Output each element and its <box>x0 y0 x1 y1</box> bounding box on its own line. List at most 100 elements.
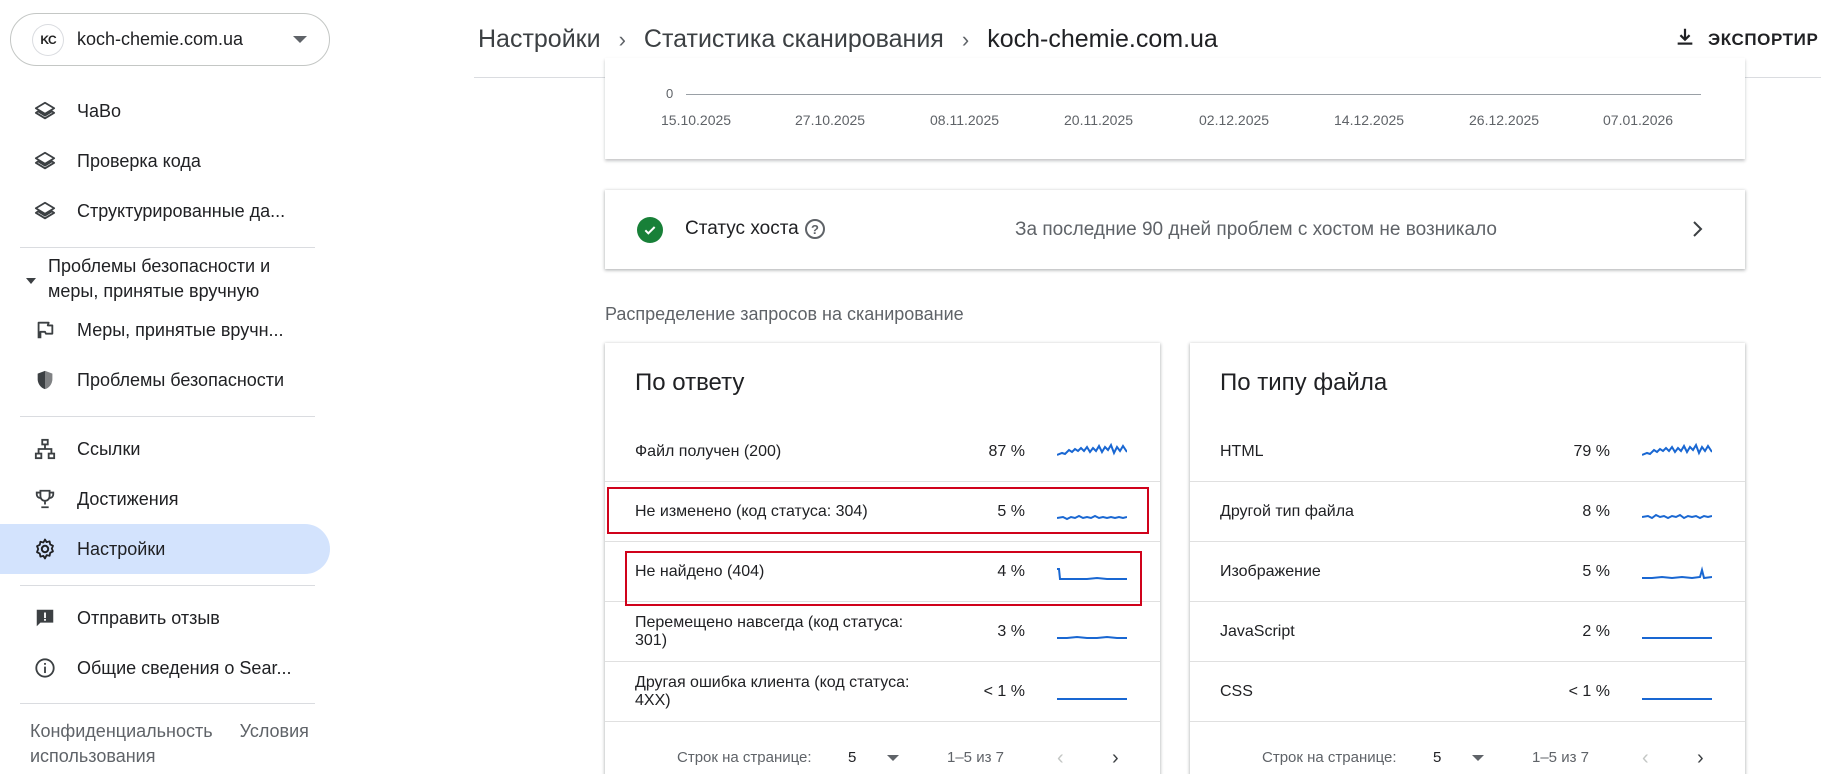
info-icon <box>32 655 58 681</box>
row-percent: < 1 % <box>983 682 1025 700</box>
sidebar-item-faq[interactable]: ЧаВо <box>0 86 330 136</box>
sidebar-divider <box>20 703 315 704</box>
sidebar-item-label: Достижения <box>77 488 179 509</box>
distribution-heading: Распределение запросов на сканирование <box>605 304 964 324</box>
dropdown-caret-icon[interactable] <box>1472 755 1484 761</box>
table-row[interactable]: Перемещено навсегда (код статуса: 301) 3… <box>605 602 1160 662</box>
row-percent: 3 % <box>997 622 1025 640</box>
sparkline <box>1642 513 1712 519</box>
layers-icon <box>32 98 58 124</box>
breadcrumb-crawl-stats[interactable]: Статистика сканирования <box>644 25 944 54</box>
page-range: 1–5 из 7 <box>1532 749 1589 766</box>
x-tick-label: 27.10.2025 <box>795 112 866 128</box>
card-title: По типу файла <box>1220 369 1388 396</box>
rows-per-page-select[interactable]: 5 <box>1433 749 1441 766</box>
rows-per-page-select[interactable]: 5 <box>848 749 856 766</box>
table-pager: Строк на странице: 5 1–5 из 7 ‹ › <box>1190 743 1745 774</box>
table-pager: Строк на странице: 5 1–5 из 7 ‹ › <box>605 743 1160 774</box>
table-row[interactable]: Другой тип файла 8 % <box>1190 482 1745 542</box>
table-row[interactable]: HTML 79 % <box>1190 422 1745 482</box>
sidebar-section-security[interactable]: Проблемы безопасности и меры, принятые в… <box>26 254 316 304</box>
shield-icon <box>32 367 58 393</box>
row-label: JavaScript <box>1220 622 1295 640</box>
row-label: CSS <box>1220 682 1253 700</box>
sparkline <box>1642 636 1712 639</box>
sidebar-item-links[interactable]: Ссылки <box>0 424 330 474</box>
host-status-card[interactable]: Статус хоста ? За последние 90 дней проб… <box>605 190 1745 269</box>
sidebar-item-manual-actions[interactable]: Меры, принятые вручн... <box>0 305 330 355</box>
x-tick-label: 20.11.2025 <box>1064 112 1134 128</box>
crawl-chart-card <box>605 58 1745 159</box>
privacy-link[interactable]: Конфиденциальность <box>30 721 213 741</box>
row-percent: 8 % <box>1582 502 1610 520</box>
sparkline <box>1642 565 1712 579</box>
collapse-triangle-icon <box>26 278 36 284</box>
sidebar-footer: Конфиденциальность Условия использования <box>30 719 320 769</box>
table-row[interactable]: Файл получен (200) 87 % <box>605 422 1160 482</box>
table-row[interactable]: CSS < 1 % <box>1190 662 1745 722</box>
feedback-icon <box>32 605 58 631</box>
x-tick-label: 14.12.2025 <box>1334 112 1405 128</box>
next-page-button[interactable]: › <box>1112 747 1119 770</box>
check-circle-icon <box>637 217 663 243</box>
sidebar: KC koch-chemie.com.ua ЧаВо Проверка кода… <box>0 0 330 774</box>
export-button[interactable]: ЭКСПОРТИР <box>1674 26 1818 53</box>
row-percent: 79 % <box>1573 442 1610 460</box>
chevron-right-icon <box>1691 219 1705 244</box>
sidebar-divider <box>20 247 315 248</box>
next-page-button[interactable]: › <box>1697 747 1704 770</box>
sidebar-item-label: Структурированные да... <box>77 200 286 221</box>
sidebar-item-structured-data[interactable]: Структурированные да... <box>0 186 330 236</box>
trophy-icon <box>32 486 58 512</box>
row-label: Другая ошибка клиента (код статуса: 4XX) <box>635 673 910 709</box>
row-percent: 87 % <box>988 442 1025 460</box>
sidebar-item-code-check[interactable]: Проверка кода <box>0 136 330 186</box>
sidebar-item-label: ЧаВо <box>77 100 122 121</box>
table-row[interactable]: Другая ошибка клиента (код статуса: 4XX)… <box>605 662 1160 722</box>
x-tick-label: 15.10.2025 <box>661 112 732 128</box>
sidebar-item-security-issues[interactable]: Проблемы безопасности <box>0 355 330 405</box>
download-icon <box>1674 26 1696 53</box>
row-label: Изображение <box>1220 562 1321 580</box>
sparkline <box>1642 697 1712 700</box>
export-label: ЭКСПОРТИР <box>1708 29 1819 49</box>
sidebar-item-label: Ссылки <box>77 438 141 459</box>
sidebar-item-about[interactable]: Общие сведения о Sear... <box>0 643 330 693</box>
sidebar-item-feedback[interactable]: Отправить отзыв <box>0 593 330 643</box>
breadcrumb-settings[interactable]: Настройки <box>478 25 601 54</box>
x-tick-label: 08.11.2025 <box>930 112 1000 128</box>
breadcrumb-current: koch-chemie.com.ua <box>987 25 1218 53</box>
sidebar-item-settings[interactable]: Настройки <box>0 524 330 574</box>
sidebar-item-label: Общие сведения о Sear... <box>77 657 292 678</box>
gear-icon <box>32 536 58 562</box>
sidebar-divider <box>20 416 315 417</box>
x-tick-label: 07.01.2026 <box>1603 112 1674 128</box>
sidebar-item-label: Проблемы безопасности <box>77 369 285 390</box>
sidebar-item-achievements[interactable]: Достижения <box>0 474 330 524</box>
sparkline <box>1057 442 1127 456</box>
help-icon[interactable]: ? <box>805 219 825 239</box>
property-name: koch-chemie.com.ua <box>77 29 244 49</box>
row-percent: 5 % <box>1582 562 1610 580</box>
card-title: По ответу <box>635 369 745 396</box>
property-selector[interactable]: KC koch-chemie.com.ua <box>10 13 330 66</box>
table-row[interactable]: Изображение 5 % <box>1190 542 1745 602</box>
chevron-right-icon: › <box>618 26 626 52</box>
sidebar-item-label: Меры, принятые вручн... <box>77 319 284 340</box>
sparkline <box>1057 697 1127 700</box>
sidebar-divider <box>20 585 315 586</box>
prev-page-button[interactable]: ‹ <box>1057 747 1064 770</box>
row-label: Другой тип файла <box>1220 502 1354 520</box>
dropdown-caret-icon[interactable] <box>887 755 899 761</box>
row-label: Файл получен (200) <box>635 442 782 460</box>
prev-page-button[interactable]: ‹ <box>1642 747 1649 770</box>
table-row[interactable]: JavaScript 2 % <box>1190 602 1745 662</box>
sitemap-icon <box>32 436 58 462</box>
sidebar-item-label: Проверка кода <box>77 150 201 171</box>
section-label: Проблемы безопасности и меры, принятые в… <box>48 256 271 301</box>
breadcrumb: Настройки › Статистика сканирования › ko… <box>478 25 1218 54</box>
chevron-right-icon: › <box>961 26 970 52</box>
row-percent: 2 % <box>1582 622 1610 640</box>
by-filetype-card: По типу файла HTML 79 % Другой тип файла… <box>1190 343 1745 774</box>
row-label: HTML <box>1220 442 1264 460</box>
